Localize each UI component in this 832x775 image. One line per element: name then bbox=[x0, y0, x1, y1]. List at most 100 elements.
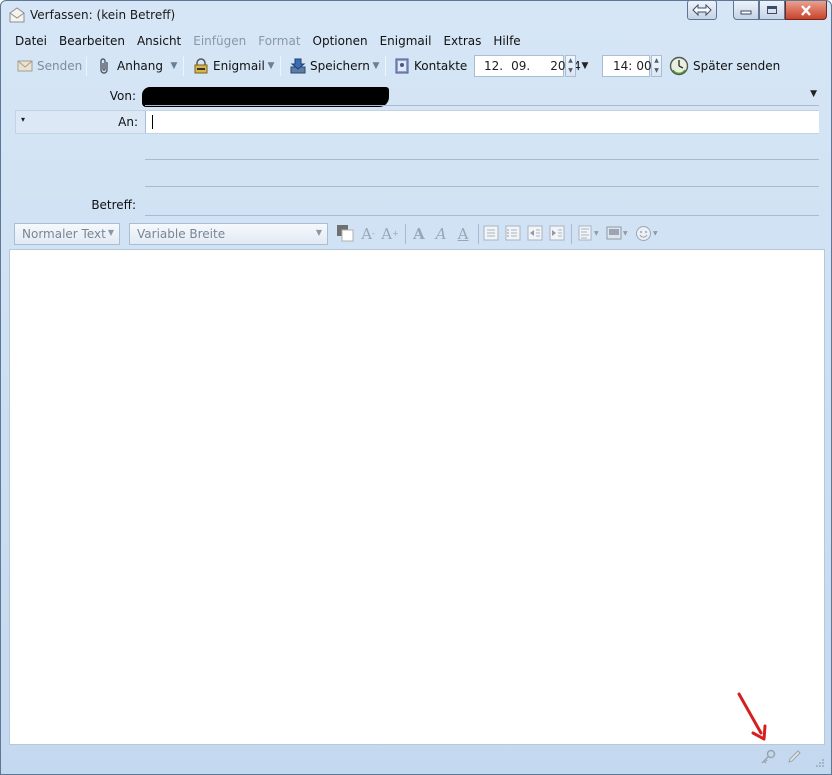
menu-bearbeiten[interactable]: Bearbeiten bbox=[53, 31, 131, 51]
format-separator bbox=[405, 224, 406, 244]
subject-underline bbox=[145, 215, 819, 216]
date-spinner[interactable]: ▲ ▼ bbox=[565, 55, 576, 77]
toolbar-separator bbox=[183, 56, 184, 76]
title-bar: Verfassen: (kein Betreff) bbox=[1, 0, 831, 30]
insert-image-icon[interactable] bbox=[606, 225, 622, 241]
format-separator bbox=[571, 224, 572, 244]
spin-up-icon[interactable]: ▲ bbox=[566, 56, 575, 66]
menu-datei[interactable]: Datei bbox=[9, 31, 53, 51]
outdent-icon[interactable] bbox=[527, 225, 543, 241]
time-hour: 14: bbox=[613, 59, 633, 73]
save-dropdown[interactable]: ▼ bbox=[370, 56, 382, 76]
maximize-button[interactable] bbox=[759, 1, 785, 20]
underline-icon[interactable]: A bbox=[454, 225, 472, 243]
compose-mail-icon bbox=[9, 7, 25, 23]
date-day: 12. bbox=[484, 59, 504, 73]
insert-dropdown-icon[interactable]: ▼ bbox=[623, 230, 628, 237]
minimize-button[interactable] bbox=[733, 1, 759, 20]
time-spinner[interactable]: ▲ ▼ bbox=[651, 55, 662, 77]
toolbar-separator bbox=[280, 56, 281, 76]
attach-label: Anhang bbox=[117, 59, 163, 73]
menu-ansicht[interactable]: Ansicht bbox=[131, 31, 187, 51]
bold-icon[interactable]: A bbox=[410, 225, 428, 243]
menu-extras[interactable]: Extras bbox=[437, 31, 487, 51]
menu-format[interactable]: Format bbox=[252, 31, 306, 51]
pencil-icon[interactable] bbox=[786, 749, 802, 765]
from-label: Von: bbox=[89, 89, 136, 103]
format-separator bbox=[478, 224, 479, 244]
save-download-icon bbox=[290, 58, 306, 74]
close-button[interactable] bbox=[785, 1, 827, 20]
recipient-line-2[interactable] bbox=[145, 159, 819, 160]
double-arrow-icon bbox=[692, 4, 712, 16]
send-label: Senden bbox=[37, 59, 83, 73]
from-dropdown-icon[interactable]: ▼ bbox=[810, 89, 817, 99]
chevron-down-icon: ▼ bbox=[315, 228, 322, 237]
save-button[interactable]: Speichern bbox=[290, 55, 370, 77]
paragraph-style-value: Normaler Text bbox=[22, 227, 106, 241]
menu-enigmail[interactable]: Enigmail bbox=[374, 31, 438, 51]
send-later-button[interactable]: Später senden bbox=[669, 55, 780, 77]
send-later-time-field[interactable]: 14: 00 bbox=[602, 55, 652, 77]
date-picker-dropdown[interactable]: ▼ bbox=[579, 56, 591, 76]
menu-optionen[interactable]: Optionen bbox=[307, 31, 374, 51]
text-color-icon[interactable] bbox=[336, 224, 354, 242]
recipient-type-dropdown-icon[interactable]: ▾ bbox=[21, 115, 25, 124]
paragraph-style-select[interactable]: Normaler Text ▼ bbox=[14, 223, 120, 245]
enigmail-label: Enigmail bbox=[213, 59, 265, 73]
maximize-icon bbox=[767, 6, 777, 14]
smiley-dropdown-icon[interactable]: ▼ bbox=[653, 230, 658, 237]
contacts-button[interactable]: Kontakte bbox=[394, 55, 467, 77]
send-icon bbox=[17, 60, 33, 72]
indent-icon[interactable] bbox=[549, 225, 565, 241]
from-underline bbox=[145, 105, 819, 106]
bullet-list-icon[interactable] bbox=[483, 225, 499, 241]
enigmail-button[interactable]: Enigmail bbox=[193, 55, 265, 77]
window-controls bbox=[687, 0, 827, 21]
recipient-line-3[interactable] bbox=[145, 186, 819, 187]
subject-label: Betreff: bbox=[91, 198, 136, 212]
spin-up-icon[interactable]: ▲ bbox=[652, 56, 661, 66]
send-later-date-field[interactable]: 12. 09. 2014 bbox=[474, 55, 581, 77]
from-address-redacted bbox=[142, 87, 389, 107]
spin-down-icon[interactable]: ▼ bbox=[566, 66, 575, 76]
font-smaller-icon[interactable]: A- bbox=[359, 225, 377, 243]
font-larger-icon[interactable]: A+ bbox=[381, 225, 399, 243]
resize-toggle-button[interactable] bbox=[687, 0, 717, 20]
address-book-icon bbox=[395, 58, 409, 74]
spin-down-icon[interactable]: ▼ bbox=[652, 66, 661, 76]
lock-icon bbox=[194, 58, 208, 74]
font-family-select[interactable]: Variable Breite ▼ bbox=[129, 223, 328, 245]
italic-icon[interactable]: A bbox=[432, 225, 450, 243]
align-dropdown-icon[interactable]: ▼ bbox=[594, 230, 599, 237]
paperclip-icon bbox=[100, 58, 108, 74]
menu-hilfe[interactable]: Hilfe bbox=[487, 31, 526, 51]
send-later-label: Später senden bbox=[693, 59, 781, 73]
format-toolbar: Normaler Text ▼ Variable Breite ▼ A- A+ … bbox=[9, 221, 825, 249]
align-icon[interactable] bbox=[577, 225, 593, 241]
close-icon bbox=[801, 4, 811, 16]
attach-dropdown[interactable]: ▼ bbox=[168, 56, 180, 76]
send-button[interactable]: Senden bbox=[17, 55, 82, 77]
minimize-icon bbox=[740, 10, 752, 15]
address-header: Von: ▼ ▾ An: Betreff: bbox=[9, 81, 825, 221]
menu-bar: Datei Bearbeiten Ansicht Einfügen Format… bbox=[9, 31, 527, 51]
attach-button[interactable]: Anhang bbox=[97, 55, 163, 77]
subject-input[interactable] bbox=[145, 195, 819, 215]
menu-einfuegen[interactable]: Einfügen bbox=[187, 31, 252, 51]
key-icon[interactable] bbox=[760, 749, 776, 765]
to-input[interactable] bbox=[145, 111, 819, 133]
clock-icon bbox=[669, 56, 689, 76]
resize-grip-icon[interactable] bbox=[815, 758, 825, 768]
to-row: ▾ An: bbox=[15, 110, 819, 134]
enigmail-dropdown[interactable]: ▼ bbox=[265, 56, 277, 76]
numbered-list-icon[interactable] bbox=[505, 225, 521, 241]
window-title: Verfassen: (kein Betreff) bbox=[30, 8, 176, 22]
chevron-down-icon: ▼ bbox=[107, 228, 114, 237]
status-bar bbox=[9, 746, 825, 768]
save-label: Speichern bbox=[310, 59, 370, 73]
font-family-value: Variable Breite bbox=[137, 227, 226, 241]
to-label: An: bbox=[118, 115, 138, 129]
smiley-icon[interactable] bbox=[635, 225, 652, 242]
message-body-editor[interactable] bbox=[9, 249, 825, 745]
